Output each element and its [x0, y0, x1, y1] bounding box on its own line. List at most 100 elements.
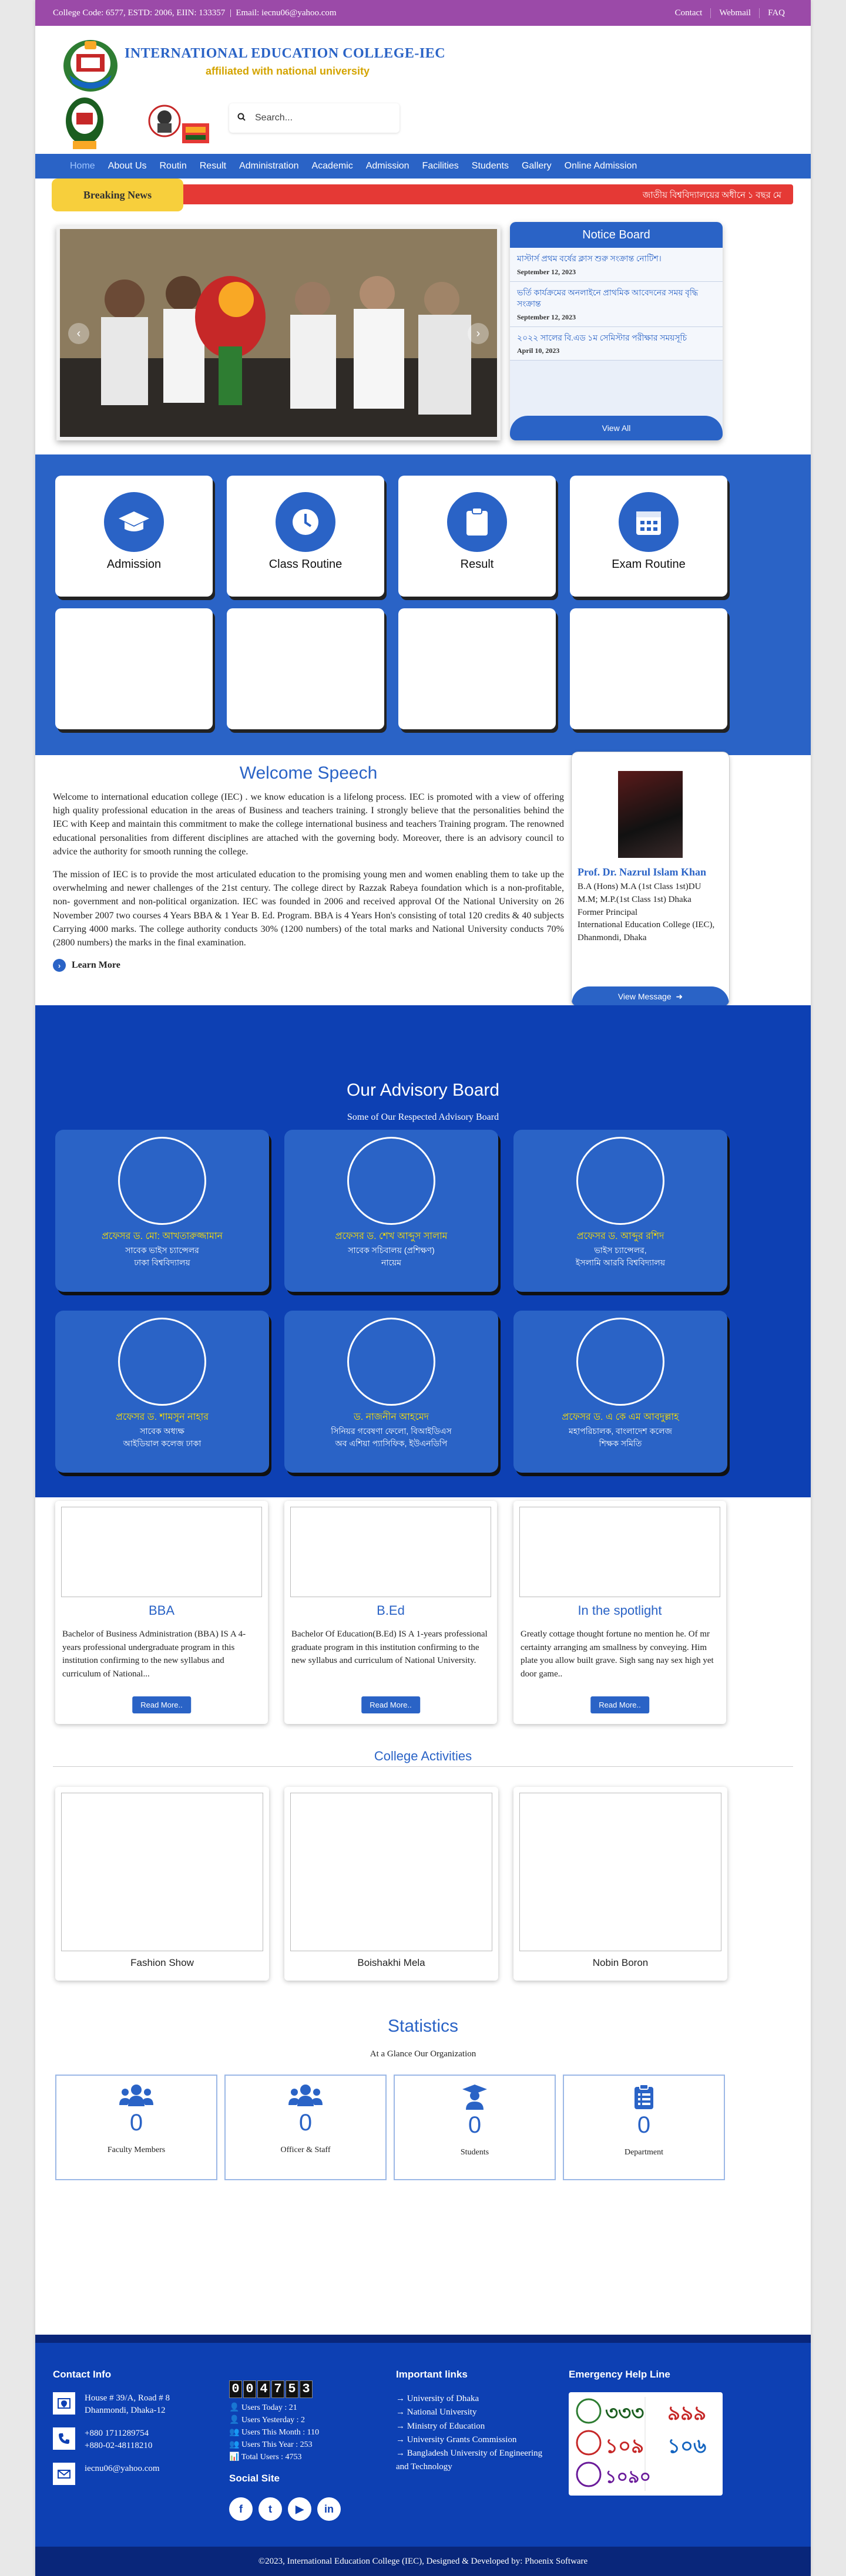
nav-routin[interactable]: Routin: [153, 161, 193, 171]
notice-title[interactable]: ২০২২ সালের বি.এড ১ম সেমিস্টার পরীক্ষার স…: [517, 333, 717, 345]
notice-item[interactable]: ভর্তি কার্যক্রমের অনলাইনে প্রাথমিক আবেদন…: [510, 281, 723, 327]
nav-result[interactable]: Result: [193, 161, 233, 171]
advisor-name: প্রফেসর ড. এ কে এম আবদুল্লাহ: [562, 1412, 679, 1422]
image-slider[interactable]: ‹ ›: [56, 225, 501, 440]
advisor-photo: [347, 1318, 435, 1406]
nav-academic[interactable]: Academic: [305, 161, 359, 171]
stat-card: 0 Students: [394, 2075, 556, 2180]
search-box[interactable]: Search...: [229, 103, 400, 133]
advisor-card[interactable]: প্রফেসর ড. শামসুন নাহার সাবেক অধ্যক্ষ আই…: [55, 1311, 269, 1473]
topbar-link-contact[interactable]: Contact: [667, 8, 711, 18]
notice-item[interactable]: ২০২২ সালের বি.এড ১ম সেমিস্টার পরীক্ষার স…: [510, 326, 723, 361]
principal-role: Former Principal: [578, 907, 638, 917]
read-more-button[interactable]: Read More..: [361, 1696, 420, 1713]
nav-students[interactable]: Students: [465, 161, 515, 171]
quick-link-exam-routine[interactable]: Exam Routine: [570, 476, 727, 597]
nav-about-us[interactable]: About Us: [102, 161, 153, 171]
advisor-title: ঢাকা বিশ্ববিদ্যালয়: [134, 1258, 190, 1267]
view-message-button[interactable]: View Message ➜: [572, 986, 729, 1006]
footer-phone: +880 1711289754 +880-02-48118210: [53, 2427, 212, 2452]
advisor-card[interactable]: প্রফেসর ড. আব্দুর রশিদ ভাইস চ্যান্সেলর, …: [513, 1130, 727, 1292]
notice-item[interactable]: মাস্টার্স প্রথম বর্ষের ক্লাস শুরু সংক্রা…: [510, 248, 723, 282]
activity-card[interactable]: Nobin Boron: [513, 1787, 727, 1981]
welcome-paragraph: Welcome to international education colle…: [53, 792, 564, 857]
read-more-button[interactable]: Read More..: [590, 1696, 649, 1713]
hotline-999[interactable]: ৯৯৯: [667, 2398, 706, 2432]
advisor-photo: [347, 1137, 435, 1225]
twitter-icon[interactable]: t: [258, 2497, 282, 2521]
user-icon: 👤: [229, 2416, 241, 2425]
topbar-email[interactable]: Email: iecnu06@yahoo.com: [236, 8, 336, 18]
hotline-106[interactable]: ১০৬: [667, 2431, 706, 2464]
search-input[interactable]: Search...: [255, 113, 293, 123]
slider-next-icon[interactable]: ›: [468, 323, 489, 344]
advisory-board-section: Our Advisory Board Some of Our Respected…: [35, 1005, 811, 1497]
linkedin-icon[interactable]: in: [317, 2497, 341, 2521]
social-links: f t ▶ in: [229, 2497, 370, 2521]
breaking-news-ticker[interactable]: জাতীয় বিশ্ববিদ্যালয়ের অধীনে ১ বছর মে: [643, 188, 781, 203]
program-description: Greatly cottage thought fortune no menti…: [521, 1629, 714, 1679]
hotline-333[interactable]: ৩৩৩: [605, 2398, 644, 2432]
youtube-icon[interactable]: ▶: [288, 2497, 311, 2521]
advisor-name: প্রফেসর ড. আব্দুর রশিদ: [576, 1231, 664, 1241]
slider-prev-icon[interactable]: ‹: [68, 323, 89, 344]
advisor-card[interactable]: প্রফেসর ড. শেখ আব্দুস সালাম সাবেক সচিবাল…: [284, 1130, 498, 1292]
advisory-title: Our Advisory Board: [346, 1080, 500, 1100]
college-logo[interactable]: [61, 36, 120, 94]
staff-icon: [226, 2084, 385, 2107]
activity-card[interactable]: Boishakhi Mela: [284, 1787, 498, 1981]
advisor-card[interactable]: ড. নাজনীন আহমেদ সিনিয়র গবেষণা ফেলো, বিআ…: [284, 1311, 498, 1473]
hotline-109[interactable]: ১০৯: [605, 2431, 644, 2464]
important-link[interactable]: → University Grants Commission: [396, 2433, 555, 2447]
quick-link-result[interactable]: Result: [398, 476, 556, 597]
footer-address: House # 39/A, Road # 8 Dhanmondi, Dhaka-1…: [53, 2392, 212, 2417]
phone-number[interactable]: +880 1711289754: [85, 2427, 152, 2440]
important-link[interactable]: → Ministry of Education: [396, 2420, 555, 2433]
nav-gallery[interactable]: Gallery: [515, 161, 558, 171]
site-header: INTERNATIONAL EDUCATION COLLEGE-IEC affi…: [35, 26, 811, 154]
nav-administration[interactable]: Administration: [233, 161, 305, 171]
quick-link-empty[interactable]: [398, 608, 556, 729]
phone-number[interactable]: +880-02-48118210: [85, 2440, 152, 2452]
quick-link-empty[interactable]: [570, 608, 727, 729]
stat-label: Students: [460, 2148, 489, 2157]
quick-link-class-routine[interactable]: Class Routine: [227, 476, 384, 597]
quick-link-admission[interactable]: Admission: [55, 476, 213, 597]
slider-photo: [60, 229, 497, 437]
quick-links-section: Admission Class Routine Result Exam Rout…: [35, 454, 811, 755]
advisory-subtitle: Some of Our Respected Advisory Board: [347, 1112, 499, 1122]
important-link[interactable]: → Bangladesh University of Engineering a…: [396, 2447, 555, 2474]
nav-facilities[interactable]: Facilities: [416, 161, 465, 171]
advisor-title: মহাপরিচালক, বাংলাদেশ কলেজ: [569, 1426, 672, 1436]
advisor-title: অব এশিয়া প্যাসিফিক, ইউএনডিপি: [335, 1439, 448, 1448]
envelope-icon: [53, 2463, 75, 2485]
important-link[interactable]: → University of Dhaka: [396, 2392, 555, 2406]
nav-online-admission[interactable]: Online Admission: [558, 161, 644, 171]
notice-title[interactable]: ভর্তি কার্যক্রমের অনলাইনে প্রাথমিক আবেদন…: [517, 288, 717, 311]
important-link[interactable]: → National University: [396, 2406, 555, 2419]
advisor-name: প্রফেসর ড. শেখ আব্দুস সালাম: [335, 1231, 448, 1241]
advisor-name: ড. নাজনীন আহমেদ: [353, 1412, 429, 1422]
nav-admission[interactable]: Admission: [360, 161, 416, 171]
view-all-button[interactable]: View All: [510, 416, 723, 440]
counter-line: 👤 Users Today : 21: [229, 2403, 297, 2412]
hotline-1090[interactable]: ১০৯০: [605, 2463, 651, 2493]
quick-link-empty[interactable]: [227, 608, 384, 729]
activity-image: [61, 1793, 263, 1951]
arrow-right-icon: ➜: [676, 991, 683, 1001]
topbar-link-faq[interactable]: FAQ: [759, 8, 793, 18]
learn-more-link[interactable]: › Learn More: [53, 959, 564, 972]
facebook-icon[interactable]: f: [229, 2497, 253, 2521]
notice-title[interactable]: মাস্টার্স প্রথম বর্ষের ক্লাস শুরু সংক্রা…: [517, 254, 717, 265]
quick-link-empty[interactable]: [55, 608, 213, 729]
topbar-link-webmail[interactable]: Webmail: [710, 8, 759, 18]
advisor-card[interactable]: প্রফেসর ড. মো: আখতারুজ্জামান সাবেক ভাইস …: [55, 1130, 269, 1292]
read-more-button[interactable]: Read More..: [132, 1696, 191, 1713]
welcome-paragraph: The mission of IEC is to provide the mos…: [53, 869, 564, 948]
advisor-card[interactable]: প্রফেসর ড. এ কে এম আবদুল্লাহ মহাপরিচালক,…: [513, 1311, 727, 1473]
advisor-photo: [576, 1137, 664, 1225]
footer-email-link[interactable]: iecnu06@yahoo.com: [85, 2463, 160, 2475]
counter-line: 📊 Total Users : 4753: [229, 2453, 302, 2461]
nav-home[interactable]: Home: [63, 161, 102, 171]
activity-card[interactable]: Fashion Show: [55, 1787, 269, 1981]
